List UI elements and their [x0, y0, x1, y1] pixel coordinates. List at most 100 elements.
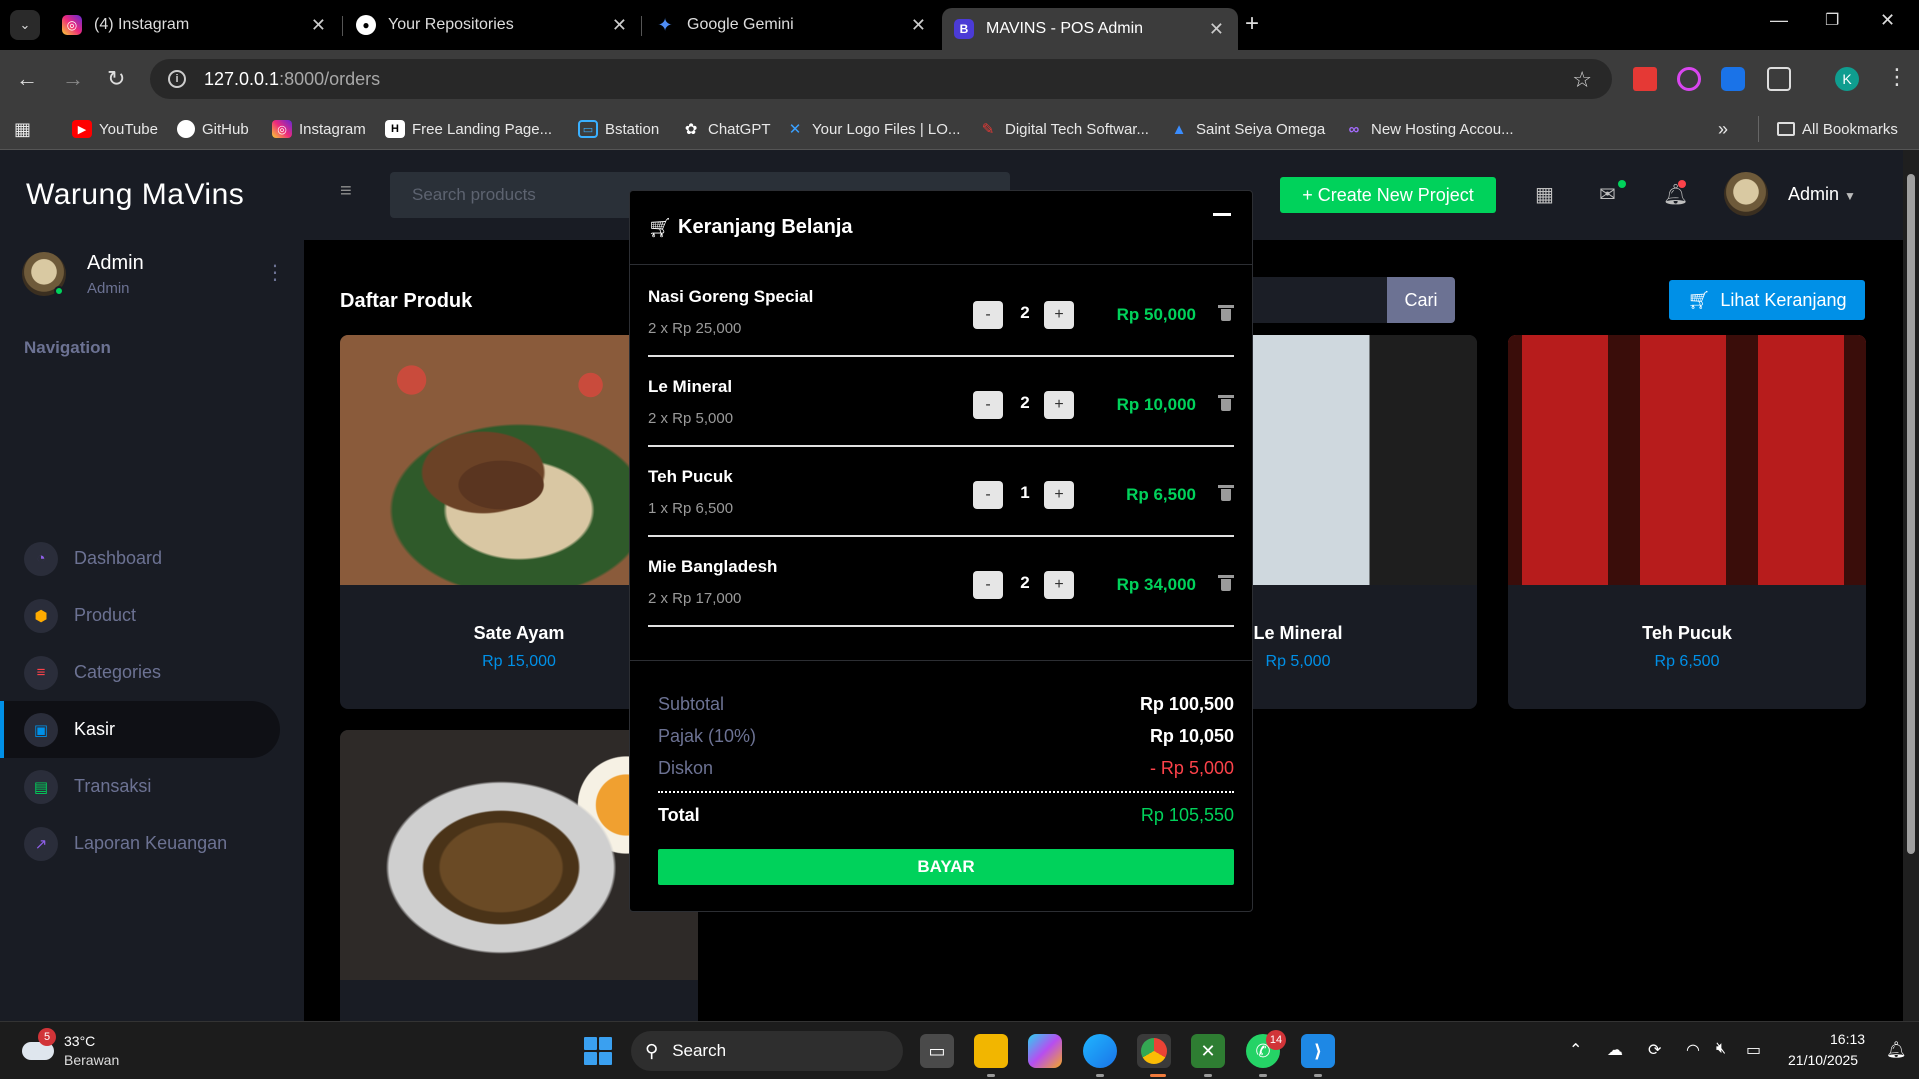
bookmark-instagram[interactable]: ◎ Instagram	[272, 116, 366, 142]
all-bookmarks[interactable]: All Bookmarks	[1758, 116, 1898, 142]
bookmark-bstation[interactable]: ▭ Bstation	[578, 116, 659, 142]
battery-icon[interactable]: ▭	[1746, 1040, 1761, 1060]
decrease-qty-button[interactable]: -	[973, 481, 1003, 509]
new-tab-button[interactable]: +	[1245, 10, 1259, 38]
brand-logo-text[interactable]: Warung MaVins	[26, 178, 244, 212]
bookmark-github[interactable]: GitHub	[177, 116, 249, 142]
tab-github[interactable]: ● Your Repositories ✕	[344, 8, 641, 42]
sidebar-item-kasir[interactable]: ▣ Kasir	[0, 701, 280, 758]
bookmark-new-hosting[interactable]: ∞ New Hosting Accou...	[1344, 116, 1514, 142]
sidebar-item-product[interactable]: ⬢ Product	[0, 587, 280, 644]
trash-icon[interactable]	[1218, 575, 1234, 591]
vertical-scrollbar[interactable]	[1903, 150, 1919, 1021]
increase-qty-button[interactable]: +	[1044, 301, 1074, 329]
increase-qty-button[interactable]: +	[1044, 571, 1074, 599]
minimize-modal-icon[interactable]	[1213, 213, 1231, 216]
close-icon[interactable]: ✕	[311, 15, 326, 36]
bookmark-star-icon[interactable]: ☆	[1572, 67, 1592, 93]
sidebar-item-transaksi[interactable]: ▤ Transaksi	[0, 758, 280, 815]
whatsapp-badge: 14	[1266, 1030, 1286, 1050]
view-cart-button[interactable]: 🛒︎ Lihat Keranjang	[1669, 280, 1865, 320]
mail-icon[interactable]: ✉	[1599, 182, 1616, 207]
sidebar-item-label: Laporan Keuangan	[74, 833, 228, 853]
product-search-field[interactable]	[1249, 277, 1389, 323]
increase-qty-button[interactable]: +	[1044, 481, 1074, 509]
trash-icon[interactable]	[1218, 485, 1234, 501]
grid-icon[interactable]: ▦	[1535, 182, 1554, 207]
scrollbar-thumb[interactable]	[1907, 174, 1915, 854]
user-dropdown[interactable]: Admin ▼	[1788, 184, 1856, 205]
weather-description[interactable]: Berawan	[64, 1052, 119, 1068]
extensions-puzzle-icon[interactable]	[1767, 67, 1791, 91]
sidebar-item-laporan-keuangan[interactable]: ↗ Laporan Keuangan	[0, 815, 280, 872]
decrease-qty-button[interactable]: -	[973, 301, 1003, 329]
browser-toolbar: ← → ↻ i 127.0.0.1:8000/orders ☆ K ⋮	[0, 50, 1919, 108]
avatar[interactable]	[1724, 172, 1768, 216]
edge-icon[interactable]	[1083, 1034, 1117, 1068]
trash-icon[interactable]	[1218, 395, 1234, 411]
minimize-icon[interactable]: —	[1770, 10, 1788, 31]
tab-instagram[interactable]: ◎ (4) Instagram ✕	[50, 8, 340, 42]
weather-temperature[interactable]: 33°C	[64, 1033, 95, 1049]
chrome-icon[interactable]	[1137, 1034, 1171, 1068]
file-explorer-icon[interactable]	[974, 1034, 1008, 1068]
more-bookmarks-chevron-icon[interactable]: »	[1718, 116, 1728, 142]
vscode-icon[interactable]: ⟩	[1301, 1034, 1335, 1068]
notifications-bell-icon[interactable]: 🔔︎	[1886, 1040, 1906, 1060]
sidebar-item-dashboard[interactable]: ◔ Dashboard	[0, 530, 280, 587]
task-view-icon[interactable]: ▭	[920, 1034, 954, 1068]
decrease-qty-button[interactable]: -	[973, 391, 1003, 419]
copilot-icon[interactable]	[1028, 1034, 1062, 1068]
bookmark-label: Your Logo Files | LO...	[812, 120, 961, 138]
hamburger-menu-icon[interactable]: ≡	[340, 180, 352, 203]
search-button[interactable]: Cari	[1387, 277, 1455, 323]
sidebar-item-categories[interactable]: ≡ Categories	[0, 644, 280, 701]
tab-mavins-pos-admin[interactable]: B MAVINS - POS Admin ✕	[942, 8, 1238, 50]
extension-icon[interactable]	[1677, 67, 1701, 91]
taskbar-search[interactable]: ⚲ Search	[631, 1031, 903, 1071]
close-icon[interactable]: ✕	[612, 15, 627, 36]
restore-icon[interactable]: ❐	[1825, 10, 1839, 30]
weather-badge: 5	[38, 1028, 56, 1046]
profile-avatar[interactable]: K	[1835, 67, 1859, 91]
reload-icon[interactable]: ↻	[107, 66, 125, 92]
pay-button[interactable]: BAYAR	[658, 849, 1234, 885]
show-hidden-icons-chevron-icon[interactable]: ⌃	[1569, 1040, 1582, 1060]
create-new-project-button[interactable]: + Create New Project	[1280, 177, 1496, 213]
clock-date[interactable]: 21/10/2025	[1788, 1052, 1858, 1068]
extension-icon[interactable]	[1633, 67, 1657, 91]
apps-grid-icon[interactable]: ▦	[14, 116, 31, 142]
wifi-icon[interactable]: ◠	[1686, 1040, 1700, 1060]
bookmark-saint-seiya[interactable]: ▲ Saint Seiya Omega	[1169, 116, 1326, 142]
volume-muted-icon[interactable]: 🔇︎	[1716, 1040, 1726, 1058]
bookmark-free-landing[interactable]: H Free Landing Page...	[385, 116, 552, 142]
windows-start-icon[interactable]	[584, 1037, 612, 1065]
bookmark-chatgpt[interactable]: ✿ ChatGPT	[681, 116, 771, 142]
product-card[interactable]: Teh Pucuk Rp 6,500	[1508, 335, 1866, 709]
onedrive-icon[interactable]: ☁	[1607, 1040, 1623, 1060]
bookmark-digital-tech[interactable]: ✎ Digital Tech Softwar...	[978, 116, 1149, 142]
sidebar-item-label: Transaksi	[74, 776, 152, 796]
folder-icon	[1777, 122, 1795, 136]
product-image	[1508, 335, 1866, 585]
address-bar[interactable]: i 127.0.0.1:8000/orders ☆	[150, 59, 1612, 99]
tab-search-button[interactable]: ⌄	[10, 10, 40, 40]
bookmark-logo-files[interactable]: ✕ Your Logo Files | LO...	[785, 116, 961, 142]
back-icon[interactable]: ←	[16, 66, 38, 92]
extension-icon[interactable]	[1721, 67, 1745, 91]
forward-icon[interactable]: →	[62, 66, 84, 92]
decrease-qty-button[interactable]: -	[973, 571, 1003, 599]
tab-gemini[interactable]: ✦ Google Gemini ✕	[643, 8, 940, 42]
trash-icon[interactable]	[1218, 305, 1234, 321]
menu-kebab-icon[interactable]: ⋮	[1886, 64, 1908, 90]
profile-menu-icon[interactable]: ⋮	[265, 260, 285, 285]
window-close-icon[interactable]: ✕	[1880, 10, 1895, 31]
sync-icon[interactable]: ⟳	[1648, 1040, 1661, 1060]
bookmark-youtube[interactable]: ▶ YouTube	[72, 116, 158, 142]
increase-qty-button[interactable]: +	[1044, 391, 1074, 419]
clock-time[interactable]: 16:13	[1830, 1031, 1865, 1047]
close-icon[interactable]: ✕	[911, 15, 926, 36]
site-info-icon[interactable]: i	[168, 70, 186, 88]
sheets-app-icon[interactable]: ✕	[1191, 1034, 1225, 1068]
close-icon[interactable]: ✕	[1209, 19, 1224, 40]
